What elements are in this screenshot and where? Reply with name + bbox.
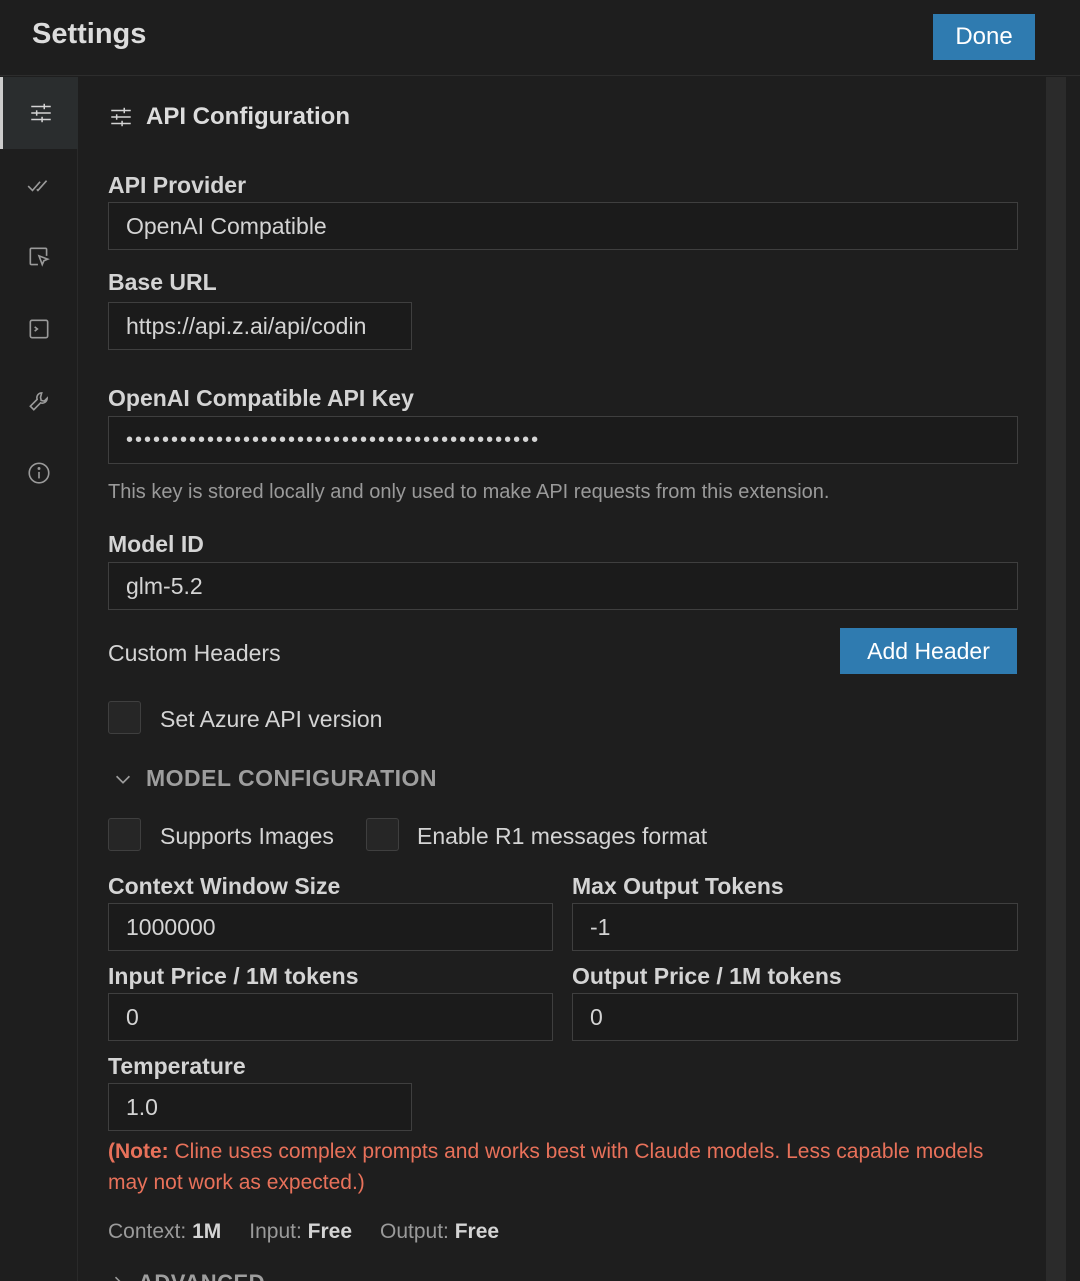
output-price-label: Output Price / 1M tokens (572, 963, 842, 989)
custom-headers-label: Custom Headers (108, 640, 281, 666)
settings-header: Settings Done (0, 0, 1080, 76)
page-title: Settings (32, 18, 147, 50)
context-window-input[interactable]: 1000000 (108, 903, 553, 951)
model-id-input[interactable]: glm-5.2 (108, 562, 1018, 610)
azure-api-version-label: Set Azure API version (160, 706, 383, 732)
api-key-input[interactable]: ••••••••••••••••••••••••••••••••••••••••… (108, 416, 1018, 464)
api-key-label: OpenAI Compatible API Key (108, 385, 414, 411)
scrollbar-track[interactable] (1046, 77, 1066, 1281)
add-header-button[interactable]: Add Header (840, 628, 1017, 674)
input-price-input[interactable]: 0 (108, 993, 553, 1041)
chevron-right-icon (114, 1276, 121, 1281)
model-warning-note: (Note: Cline uses complex prompts and wo… (108, 1136, 1008, 1198)
sidebar-item-debug[interactable] (0, 365, 78, 437)
section-title: API Configuration (146, 103, 350, 130)
input-stat: Input: Free (249, 1220, 352, 1243)
temperature-input[interactable]: 1.0 (108, 1083, 412, 1131)
output-price-input[interactable]: 0 (572, 993, 1018, 1041)
terminal-icon (29, 319, 49, 339)
output-stat: Output: Free (380, 1220, 500, 1243)
sidebar-item-about[interactable] (0, 437, 78, 509)
note-text: Cline uses complex prompts and works bes… (108, 1140, 984, 1194)
r1-format-label: Enable R1 messages format (417, 823, 708, 849)
settings-sidebar (0, 77, 78, 1281)
input-price-label: Input Price / 1M tokens (108, 963, 359, 989)
advanced-title: ADVANCED (138, 1270, 265, 1281)
context-stat: Context: 1M (108, 1220, 222, 1243)
info-icon (28, 462, 50, 484)
sidebar-item-browser[interactable] (0, 221, 78, 293)
max-output-input[interactable]: -1 (572, 903, 1018, 951)
context-window-label: Context Window Size (108, 873, 341, 899)
sidebar-item-terminal[interactable] (0, 293, 78, 365)
model-id-label: Model ID (108, 531, 204, 557)
supports-images-checkbox[interactable] (108, 818, 141, 851)
note-prefix: (Note: (108, 1140, 175, 1163)
supports-images-label: Supports Images (160, 823, 334, 849)
sidebar-item-features[interactable] (0, 149, 78, 221)
section-header: API Configuration (108, 103, 350, 131)
chevron-down-icon (115, 775, 131, 784)
max-output-label: Max Output Tokens (572, 873, 784, 899)
sliders-icon (111, 107, 131, 127)
settings-content: API Configuration API Provider OpenAI Co… (78, 77, 1046, 1281)
model-configuration-toggle[interactable]: MODEL CONFIGURATION (112, 765, 437, 792)
r1-format-checkbox[interactable] (366, 818, 399, 851)
advanced-toggle[interactable]: ADVANCED (108, 1270, 265, 1281)
wrench-icon (29, 392, 48, 411)
api-key-hint: This key is stored locally and only used… (108, 481, 830, 503)
api-provider-label: API Provider (108, 172, 247, 198)
sliders-icon (30, 103, 51, 123)
base-url-label: Base URL (108, 269, 217, 295)
temperature-label: Temperature (108, 1053, 246, 1079)
done-button[interactable]: Done (933, 14, 1035, 60)
double-check-icon (27, 180, 48, 192)
model-configuration-title: MODEL CONFIGURATION (146, 765, 438, 791)
cursor-box-icon (29, 247, 50, 267)
model-stats: Context: 1M Input: Free Output: Free (108, 1220, 499, 1244)
sidebar-item-api-configuration[interactable] (0, 77, 78, 149)
api-provider-select[interactable]: OpenAI Compatible (108, 202, 1018, 250)
azure-api-version-checkbox[interactable] (108, 701, 141, 734)
base-url-input[interactable]: https://api.z.ai/api/codin (108, 302, 412, 350)
